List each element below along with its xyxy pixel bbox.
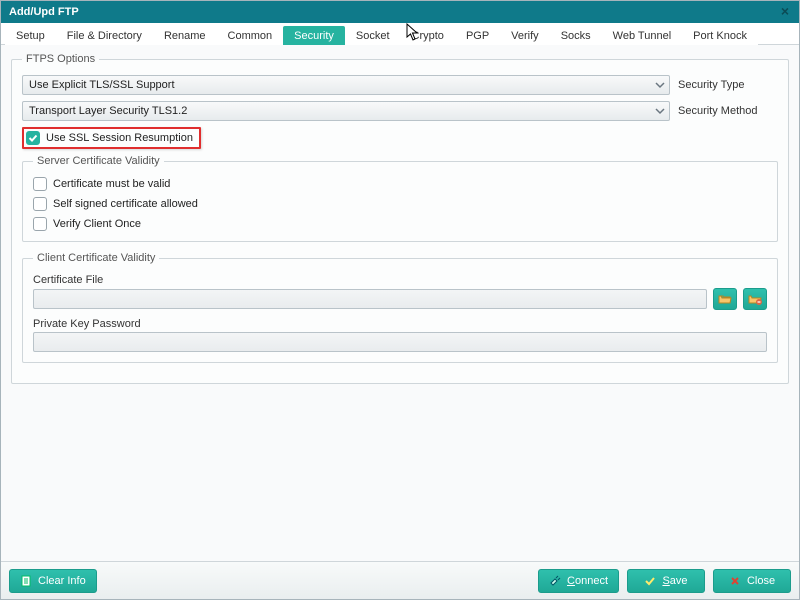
connect-button[interactable]: Connect (538, 569, 619, 593)
chevron-down-icon (655, 106, 665, 116)
tab-web-tunnel[interactable]: Web Tunnel (602, 26, 683, 45)
plug-icon (549, 575, 561, 587)
tab-rename[interactable]: Rename (153, 26, 217, 45)
ftps-options-group: FTPS Options Use Explicit TLS/SSL Suppor… (11, 53, 789, 384)
tab-common[interactable]: Common (217, 26, 284, 45)
client-cert-legend: Client Certificate Validity (33, 252, 159, 264)
content-area: FTPS Options Use Explicit TLS/SSL Suppor… (1, 45, 799, 559)
window-title: Add/Upd FTP (9, 6, 79, 18)
check-icon (644, 575, 656, 587)
self-signed-allowed-checkbox[interactable]: Self signed certificate allowed (33, 197, 198, 211)
highlight-box: Use SSL Session Resumption (22, 127, 201, 149)
server-cert-legend: Server Certificate Validity (33, 155, 164, 167)
client-cert-group: Client Certificate Validity Certificate … (22, 252, 778, 363)
private-key-password-label: Private Key Password (33, 318, 767, 330)
private-key-password-input[interactable] (33, 332, 767, 352)
save-button[interactable]: Save (627, 569, 705, 593)
title-bar: Add/Upd FTP × (1, 1, 799, 23)
server-cert-group: Server Certificate Validity Certificate … (22, 155, 778, 242)
security-type-label: Security Type (678, 79, 778, 91)
close-button[interactable]: Close (713, 569, 791, 593)
security-type-select[interactable]: Use Explicit TLS/SSL Support (22, 75, 670, 95)
verify-client-once-label: Verify Client Once (53, 218, 141, 230)
self-signed-allowed-label: Self signed certificate allowed (53, 198, 198, 210)
window-close-button[interactable]: × (777, 3, 793, 19)
clear-info-label: Clear Info (38, 575, 86, 587)
cert-must-be-valid-checkbox[interactable]: Certificate must be valid (33, 177, 170, 191)
tab-port-knock[interactable]: Port Knock (682, 26, 758, 45)
tab-file-directory[interactable]: File & Directory (56, 26, 153, 45)
ssl-session-resumption-label: Use SSL Session Resumption (46, 132, 193, 144)
connect-label: Connect (567, 575, 608, 587)
save-label: Save (662, 575, 687, 587)
tab-setup[interactable]: Setup (5, 26, 56, 45)
ssl-session-resumption-checkbox[interactable]: Use SSL Session Resumption (26, 131, 193, 145)
checkbox-checked-icon (26, 131, 40, 145)
tab-verify[interactable]: Verify (500, 26, 550, 45)
checkbox-unchecked-icon (33, 197, 47, 211)
browse-file-button[interactable] (713, 288, 737, 310)
tab-socket[interactable]: Socket (345, 26, 401, 45)
certificate-file-label: Certificate File (33, 274, 767, 286)
checkbox-unchecked-icon (33, 217, 47, 231)
security-type-value: Use Explicit TLS/SSL Support (29, 79, 175, 91)
tab-pgp[interactable]: PGP (455, 26, 500, 45)
certificate-file-input[interactable] (33, 289, 707, 309)
document-icon (20, 575, 32, 587)
close-label: Close (747, 575, 775, 587)
tab-socks[interactable]: Socks (550, 26, 602, 45)
ftps-options-legend: FTPS Options (22, 53, 99, 65)
cert-must-be-valid-label: Certificate must be valid (53, 178, 170, 190)
tab-bar: Setup File & Directory Rename Common Sec… (1, 23, 799, 45)
tab-crypto[interactable]: Crypto (401, 26, 455, 45)
clear-info-button[interactable]: Clear Info (9, 569, 97, 593)
x-icon (729, 575, 741, 587)
folder-remove-icon (748, 293, 762, 305)
checkbox-unchecked-icon (33, 177, 47, 191)
security-method-select[interactable]: Transport Layer Security TLS1.2 (22, 101, 670, 121)
verify-client-once-checkbox[interactable]: Verify Client Once (33, 217, 141, 231)
tab-security[interactable]: Security (283, 26, 345, 45)
folder-open-icon (718, 293, 732, 305)
security-method-label: Security Method (678, 105, 778, 117)
footer-bar: Clear Info Connect Save Close (1, 561, 799, 599)
security-method-value: Transport Layer Security TLS1.2 (29, 105, 187, 117)
clear-file-button[interactable] (743, 288, 767, 310)
chevron-down-icon (655, 80, 665, 90)
